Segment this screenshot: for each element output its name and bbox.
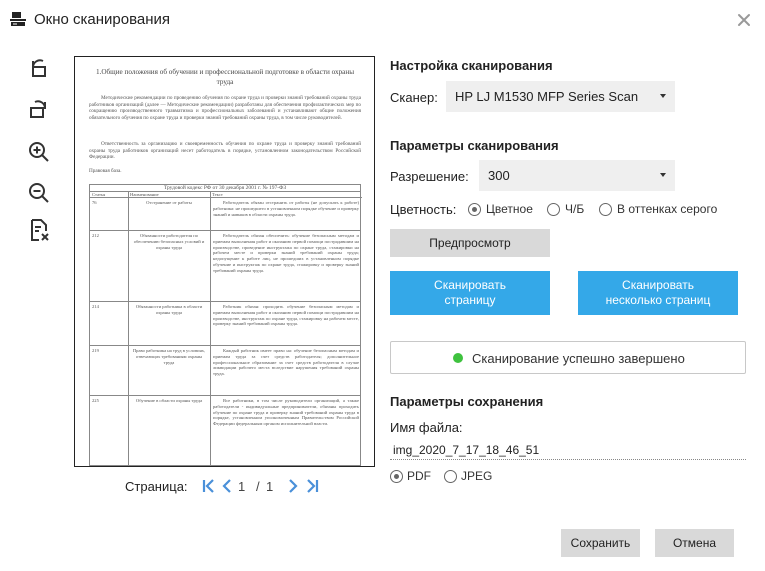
color-radio-color[interactable] [468,203,481,216]
table-divider [210,192,211,465]
doc-table-col: Статья [90,192,128,198]
rotate-right-icon[interactable] [27,97,51,121]
color-option-label: Ч/Б [565,202,585,216]
zoom-out-icon[interactable] [27,181,51,205]
format-option-label: PDF [407,469,431,483]
table-cell: 225 [92,398,99,403]
table-divider [90,395,360,396]
scanner-value: HP LJ M1530 MFP Series Scan [455,89,639,104]
format-option-label: JPEG [461,469,493,483]
color-radio-grayscale[interactable] [599,203,612,216]
table-cell: Каждый работник имеет право на: обучение… [213,348,359,377]
table-cell: 214 [92,304,99,309]
filename-input[interactable]: img_2020_7_17_18_46_51 [390,440,746,460]
doc-table-header: Трудовой кодекс РФ от 30 декабря 2001 г.… [90,185,360,192]
table-cell: 212 [92,233,99,238]
table-cell: Обучение в области охраны труда [135,398,203,403]
doc-table-col: Текст [210,192,362,198]
scanner-select[interactable]: HP LJ M1530 MFP Series Scan [446,81,675,112]
scan-page-button[interactable]: Сканировать страницу [390,271,550,315]
delete-page-icon[interactable] [27,218,51,242]
status-text: Сканирование успешно завершено [472,351,685,366]
color-option-label: Цветное [486,202,533,216]
status-box: Сканирование успешно завершено [390,341,746,374]
resolution-select[interactable]: 300 [479,160,675,191]
table-cell: 76 [92,200,97,205]
scan-page-line2: страницу [444,293,496,307]
format-radio-pdf[interactable] [390,470,403,483]
scanner-icon [10,11,26,27]
current-page: 1 [238,479,246,494]
total-pages: 1 [266,479,274,494]
pager-label: Страница: [125,479,188,494]
table-cell: Обязанности работодателя по обеспечению … [133,233,205,250]
table-cell: 219 [92,348,99,353]
cancel-button[interactable]: Отмена [655,529,734,557]
table-divider [90,230,360,231]
title-bar: Окно сканирования [0,0,765,40]
next-page-icon[interactable] [286,478,300,494]
table-cell: Право работника на труд в условиях, отве… [132,348,206,365]
save-button[interactable]: Сохранить [561,529,640,557]
doc-table-col: Наименование [128,192,210,198]
table-divider [128,192,129,465]
scan-params-heading: Параметры сканирования [390,138,559,153]
table-cell: Обязанности работника в области охраны т… [135,304,203,315]
resolution-label: Разрешение: [390,169,469,184]
scan-settings-heading: Настройка сканирования [390,58,553,73]
format-radio-jpeg[interactable] [444,470,457,483]
scan-multiple-button[interactable]: Сканировать несколько страниц [578,271,738,315]
first-page-icon[interactable] [202,478,216,494]
doc-paragraph: Ответственность за организацию и своевре… [89,141,361,160]
color-option-label: В оттенках серого [617,202,718,216]
prev-page-icon[interactable] [220,478,234,494]
table-divider [90,301,360,302]
scan-multiple-line1: Сканировать [622,278,694,292]
scan-multiple-line2: несколько страниц [605,293,711,307]
close-icon[interactable] [735,11,753,29]
rotate-left-icon[interactable] [27,56,51,80]
color-label: Цветность: [390,202,457,217]
table-cell: Отстранение от работы [146,200,192,205]
doc-title: 1.Общие положения об обучении и професси… [95,68,355,86]
color-radio-bw[interactable] [547,203,560,216]
table-divider [90,345,360,346]
preview-button[interactable]: Предпросмотр [390,229,550,257]
scanner-label: Сканер: [390,90,438,105]
table-cell: Все работники, в том числе руководители … [213,398,359,427]
doc-table: Трудовой кодекс РФ от 30 декабря 2001 г.… [89,184,362,466]
status-dot [453,353,463,363]
chevron-down-icon [660,173,666,177]
save-params-heading: Параметры сохранения [390,394,544,409]
zoom-in-icon[interactable] [27,140,51,164]
table-cell: Работодатель обязан отстранить от работы… [213,200,359,217]
page-separator: / [256,479,260,494]
scan-preview: 1.Общие положения об обучении и професси… [74,56,375,467]
doc-paragraph: Правовая база. [89,168,122,174]
scan-page-line1: Сканировать [434,278,506,292]
table-cell: Работник обязан: проходить обучение безо… [213,304,359,327]
last-page-icon[interactable] [305,478,319,494]
filename-label: Имя файла: [390,420,463,435]
window-title: Окно сканирования [34,11,171,28]
chevron-down-icon [660,94,666,98]
doc-paragraph: Методические рекомендации по проведению … [89,95,361,121]
resolution-value: 300 [488,168,510,183]
table-cell: Работодатель обязан обеспечить: обучение… [213,233,359,273]
